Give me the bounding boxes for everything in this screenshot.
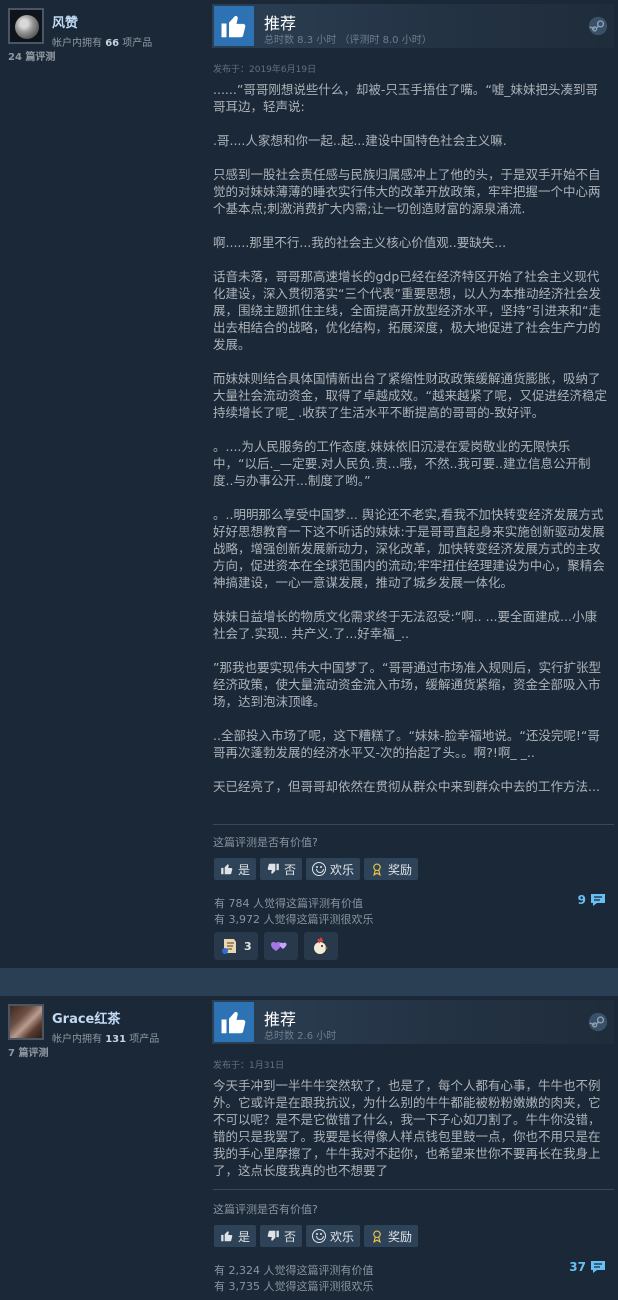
- smiley-icon: [312, 862, 327, 876]
- no-button[interactable]: 否: [260, 858, 303, 880]
- review-card: 风赞 帐户内拥有 66 项产品 24 篇评测 推荐 总时数 8.3 小时 （评测…: [0, 0, 618, 968]
- posted-date: 发布于：1月31日: [213, 1061, 285, 1071]
- no-button[interactable]: 否: [260, 1225, 303, 1247]
- hours-played: 总时数 8.3 小时 （评测时 8.0 小时）: [264, 35, 432, 46]
- purple-hearts-award-icon: [270, 942, 287, 951]
- comments-link[interactable]: 37: [569, 1260, 606, 1274]
- funny-count: 有 3,735 人觉得这篇评测很欢乐: [214, 1280, 374, 1293]
- vote-header[interactable]: 推荐 总时数 2.6 小时: [212, 1000, 614, 1044]
- awards-row: 3: [214, 932, 338, 960]
- award-badge[interactable]: [303, 932, 338, 960]
- yes-button[interactable]: 是: [214, 1225, 257, 1247]
- funny-button[interactable]: 欢乐: [306, 858, 361, 880]
- thumbs-down-icon: [267, 863, 279, 874]
- steam-icon: [588, 16, 608, 36]
- helpful-count: 有 784 人觉得这篇评测有价值: [214, 897, 363, 910]
- vote-buttons: 是 否 欢乐 奖励: [214, 1225, 419, 1247]
- helpful-count: 有 2,324 人觉得这篇评测有价值: [214, 1264, 374, 1277]
- thumbs-up-icon: [214, 1002, 254, 1042]
- avatar[interactable]: [8, 8, 44, 44]
- review-separator: [0, 968, 618, 996]
- award-button[interactable]: 奖励: [364, 1225, 419, 1247]
- products-owned[interactable]: 帐户内拥有 66 项产品: [52, 34, 152, 49]
- chicken-award-icon: [313, 937, 328, 954]
- thumbs-down-icon: [267, 1230, 279, 1241]
- review-body: ......”哥哥刚想说些什么，却被-只玉手捂住了嘴。“嘘_妹妹把头凑到哥哥耳边…: [213, 82, 607, 794]
- award-icon: [373, 1230, 381, 1243]
- funny-button[interactable]: 欢乐: [306, 1225, 361, 1247]
- award-badge[interactable]: [263, 932, 298, 960]
- thumbs-up-icon: [221, 1231, 233, 1242]
- review-count[interactable]: 24 篇评测: [8, 48, 55, 63]
- comment-bubble-icon: [591, 1261, 605, 1273]
- thumbs-up-icon: [221, 864, 233, 875]
- award-icon: [373, 863, 381, 876]
- products-owned[interactable]: 帐户内拥有 131 项产品: [52, 1030, 159, 1045]
- award-button[interactable]: 奖励: [364, 858, 419, 880]
- review-card: Grace红茶 帐户内拥有 131 项产品 7 篇评测 推荐 总时数 2.6 小…: [0, 996, 618, 1300]
- helpful-question: 这篇评测是否有价值?: [213, 836, 318, 849]
- review-count[interactable]: 7 篇评测: [8, 1044, 48, 1059]
- divider: [213, 824, 614, 825]
- steam-icon: [588, 1012, 608, 1032]
- vote-header[interactable]: 推荐 总时数 8.3 小时 （评测时 8.0 小时）: [212, 4, 614, 48]
- comments-link[interactable]: 9: [578, 893, 606, 907]
- funny-count: 有 3,972 人觉得这篇评测很欢乐: [214, 913, 374, 926]
- review-body: 今天手冲到一半牛牛突然软了，也是了，每个人都有心事，牛牛也不例外。它或许是在跟我…: [213, 1078, 601, 1178]
- thumbs-up-icon: [214, 6, 254, 46]
- divider: [213, 1189, 614, 1190]
- smiley-icon: [312, 1229, 327, 1243]
- vote-buttons: 是 否 欢乐 奖励: [214, 858, 419, 880]
- hours-played: 总时数 2.6 小时: [264, 1031, 337, 1042]
- avatar[interactable]: [8, 1004, 44, 1040]
- comment-bubble-icon: [591, 894, 605, 906]
- yes-button[interactable]: 是: [214, 858, 257, 880]
- scroll-award-icon: [222, 939, 236, 954]
- award-badge[interactable]: 3: [214, 932, 258, 960]
- reviewer-name[interactable]: 风赞: [52, 12, 78, 31]
- posted-date: 发布于：2019年6月19日: [213, 65, 317, 75]
- moon-avatar-image: [15, 15, 39, 39]
- reviewer-name[interactable]: Grace红茶: [52, 1008, 120, 1027]
- helpful-question: 这篇评测是否有价值?: [213, 1203, 318, 1216]
